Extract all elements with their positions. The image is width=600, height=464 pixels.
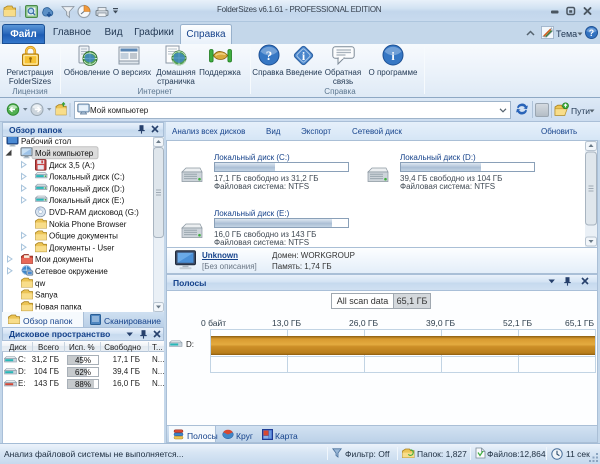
svg-text:Диск 3,5 (A:): Диск 3,5 (A:) — [49, 161, 95, 170]
svg-text:Документы - User: Документы - User — [49, 243, 115, 252]
svg-text:Локальный диск (C:): Локальный диск (C:) — [49, 173, 125, 182]
svg-text:Мои документы: Мои документы — [35, 255, 94, 264]
svg-text:Локальный диск (E:): Локальный диск (E:) — [49, 196, 125, 205]
svg-text:Мой компьютер: Мой компьютер — [35, 149, 94, 158]
svg-text:Сетевое окружение: Сетевое окружение — [35, 267, 108, 276]
svg-text:Рабочий стол: Рабочий стол — [21, 137, 72, 146]
svg-text:DVD-RAM дисковод (G:): DVD-RAM дисковод (G:) — [49, 208, 139, 217]
svg-text:?: ? — [589, 28, 594, 38]
svg-text:qw: qw — [35, 279, 45, 288]
svg-text:Sanya: Sanya — [35, 291, 58, 300]
svg-text:Общие документы: Общие документы — [49, 232, 118, 241]
svg-text:Новая папка: Новая папка — [35, 302, 82, 311]
svg-text:Nokia Phone Browser: Nokia Phone Browser — [49, 220, 127, 229]
svg-text:Локальный диск (D:): Локальный диск (D:) — [49, 184, 125, 193]
svg-text:?: ? — [266, 48, 273, 63]
